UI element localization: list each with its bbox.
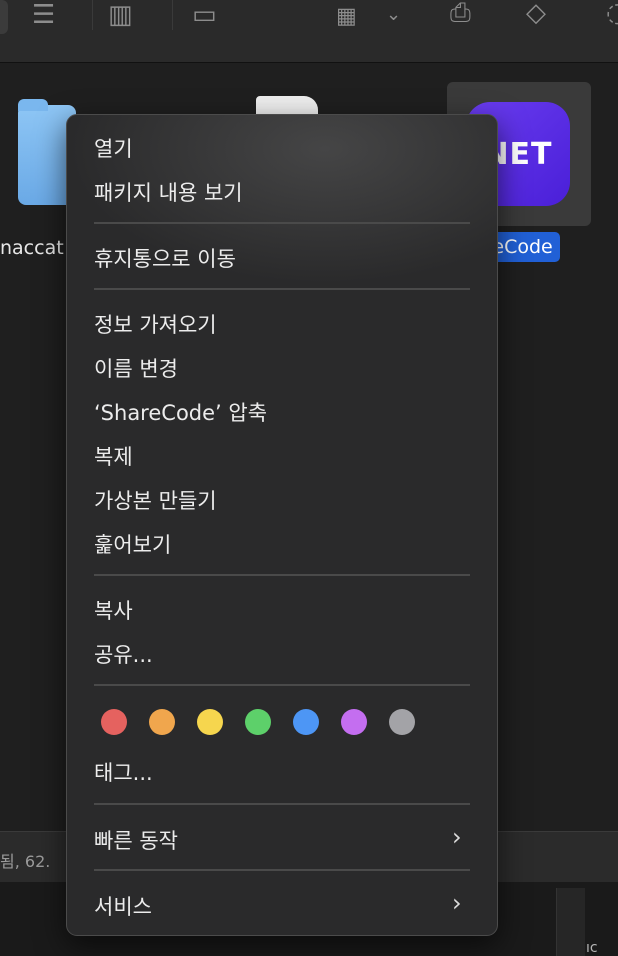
tag-color-dot[interactable]: [389, 709, 415, 735]
status-text: 됨, 62.: [0, 852, 51, 871]
finder-toolbar: ☰ ▥ ▭ ▦ ⌄ ⎙ ◇ ◌: [0, 0, 618, 63]
menu-item-duplicate[interactable]: 복제: [94, 441, 133, 471]
tag-color-dot[interactable]: [101, 709, 127, 735]
bottom-strip: [556, 888, 585, 956]
more-icon[interactable]: ◌: [606, 0, 618, 26]
context-menu: 열기 패키지 내용 보기 휴지통으로 이동 정보 가져오기 이름 변경 ‘Sha…: [66, 114, 498, 936]
tag-color-dot[interactable]: [197, 709, 223, 735]
toolbar-left-edge: [0, 0, 8, 34]
tag-color-dot[interactable]: [293, 709, 319, 735]
menu-item-copy[interactable]: 복사: [94, 595, 133, 625]
group-by-icon[interactable]: ▦: [336, 4, 357, 30]
chevron-right-icon: ›: [452, 823, 462, 851]
menu-item-move-to-trash[interactable]: 휴지통으로 이동: [94, 243, 236, 273]
menu-separator: [94, 684, 470, 686]
menu-item-services[interactable]: 서비스: [94, 891, 152, 921]
menu-separator: [94, 574, 470, 576]
menu-item-quick-look[interactable]: 훑어보기: [94, 529, 171, 559]
toolbar-separator: [172, 0, 173, 30]
tag-color-dot[interactable]: [341, 709, 367, 735]
menu-separator: [94, 288, 470, 290]
menu-item-compress[interactable]: ‘ShareCode’ 압축: [94, 397, 267, 427]
menu-item-quick-actions[interactable]: 빠른 동작: [94, 825, 178, 855]
menu-item-rename[interactable]: 이름 변경: [94, 353, 178, 383]
menu-separator: [94, 869, 470, 871]
file-label[interactable]: naccat: [0, 237, 64, 259]
list-view-icon[interactable]: ☰: [32, 2, 55, 28]
chevron-right-icon: ›: [452, 889, 462, 917]
share-icon[interactable]: ⎙: [450, 0, 471, 26]
menu-item-open[interactable]: 열기: [94, 133, 133, 163]
menu-separator: [94, 222, 470, 224]
bottom-text: ıc: [586, 940, 598, 956]
menu-separator: [94, 803, 470, 805]
tag-icon[interactable]: ◇: [526, 0, 546, 26]
menu-item-tags[interactable]: 태그...: [94, 757, 153, 787]
menu-item-get-info[interactable]: 정보 가져오기: [94, 309, 217, 339]
menu-item-show-package-contents[interactable]: 패키지 내용 보기: [94, 177, 243, 207]
tag-color-dot[interactable]: [245, 709, 271, 735]
menu-item-make-alias[interactable]: 가상본 만들기: [94, 485, 217, 515]
toolbar-separator: [92, 0, 93, 30]
column-view-icon[interactable]: ▥: [108, 2, 133, 28]
chevron-down-icon[interactable]: ⌄: [386, 2, 401, 28]
tag-color-dot[interactable]: [149, 709, 175, 735]
menu-item-share[interactable]: 공유...: [94, 639, 153, 669]
gallery-view-icon[interactable]: ▭: [192, 2, 217, 28]
